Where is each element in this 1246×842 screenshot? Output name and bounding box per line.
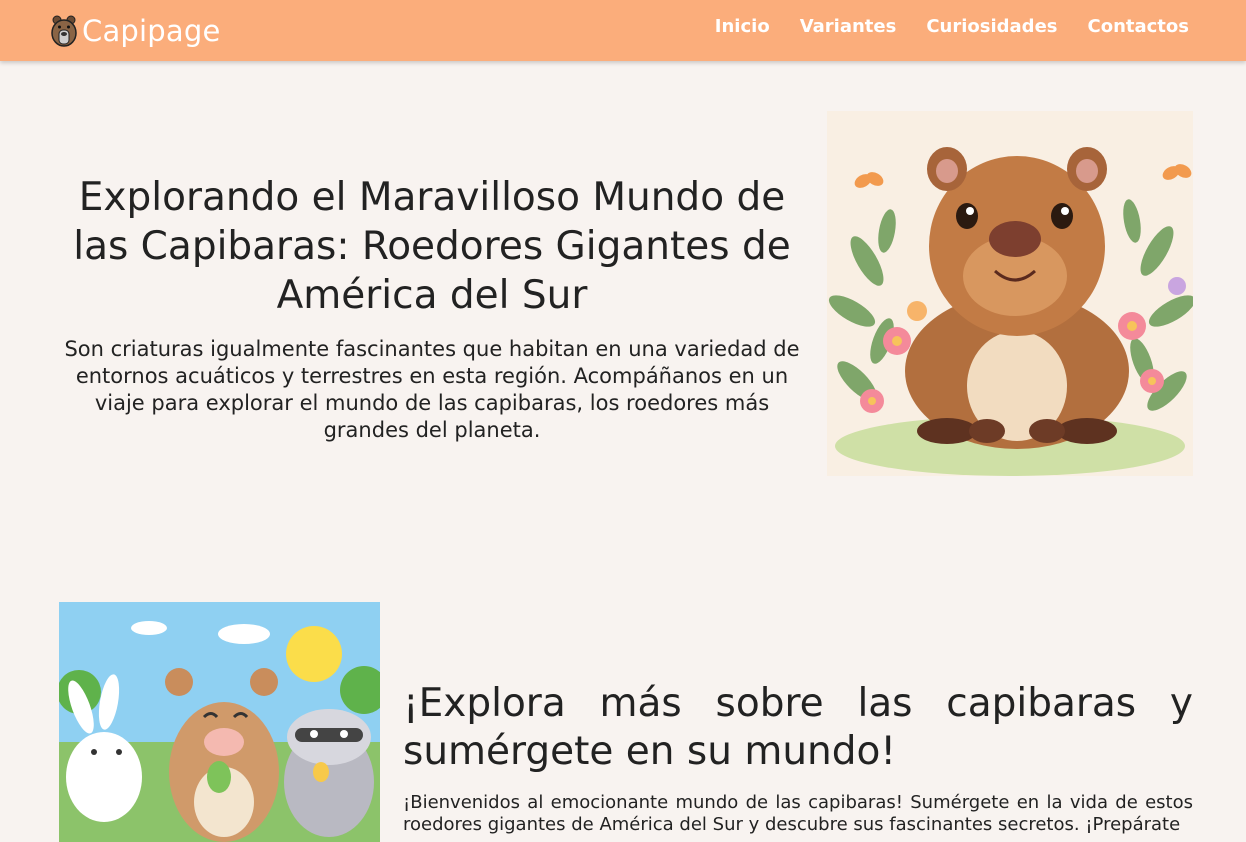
brand-logo[interactable]: Capipage bbox=[48, 8, 221, 54]
nav-item-variantes[interactable]: Variantes bbox=[800, 16, 897, 37]
capybara-illustration bbox=[827, 111, 1193, 476]
nav-item-curiosidades[interactable]: Curiosidades bbox=[926, 16, 1057, 37]
section-image bbox=[59, 602, 380, 842]
brand-name: Capipage bbox=[82, 14, 221, 48]
hero-title: Explorando el Maravilloso Mundo de las C… bbox=[73, 175, 791, 318]
capybara-friends-illustration bbox=[59, 602, 380, 842]
explore-title-line1: ¡Explora más sobre las capibaras y bbox=[403, 681, 1193, 726]
explore-section: ¡Explora más sobre las capibaras y sumér… bbox=[403, 680, 1193, 836]
hero-image bbox=[827, 111, 1193, 476]
navbar: Capipage Inicio Variantes Curiosidades C… bbox=[0, 0, 1246, 61]
hero-section: Explorando el Maravilloso Mundo de las C… bbox=[60, 173, 804, 444]
explore-title: ¡Explora más sobre las capibaras y sumér… bbox=[403, 680, 1193, 776]
explore-description: ¡Bienvenidos al emocionante mundo de las… bbox=[403, 792, 1193, 835]
main-nav: Inicio Variantes Curiosidades Contactos bbox=[715, 16, 1189, 37]
explore-title-line2: sumérgete en su mundo! bbox=[403, 729, 897, 774]
nav-item-inicio[interactable]: Inicio bbox=[715, 16, 770, 37]
capybara-logo-icon bbox=[51, 15, 77, 47]
nav-item-contactos[interactable]: Contactos bbox=[1088, 16, 1190, 37]
hero-description: Son criaturas igualmente fascinantes que… bbox=[64, 337, 800, 442]
